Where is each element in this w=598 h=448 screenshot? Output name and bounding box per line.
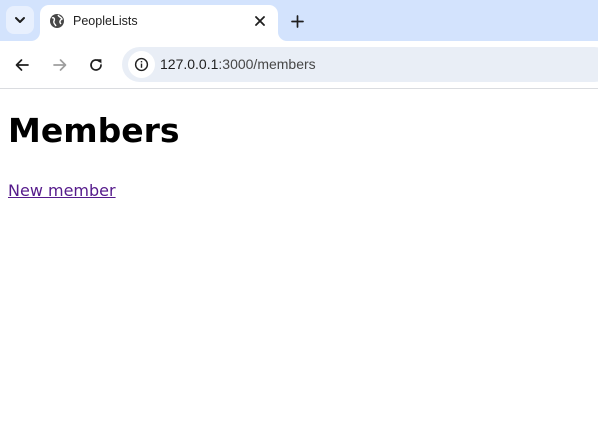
url-path: :3000/members — [218, 56, 316, 72]
browser-toolbar: 127.0.0.1:3000/members — [0, 41, 598, 89]
tab-title: PeopleLists — [73, 14, 138, 28]
globe-icon — [50, 14, 64, 28]
chevron-down-icon — [15, 17, 25, 23]
reload-icon — [90, 59, 102, 71]
page-content: Members New member — [0, 89, 598, 448]
tab-strip: PeopleLists — [0, 0, 598, 41]
info-icon — [134, 57, 149, 72]
plus-icon — [290, 14, 304, 28]
new-member-link[interactable]: New member — [8, 181, 116, 201]
forward-button[interactable] — [46, 51, 74, 79]
arrow-left-icon — [15, 59, 29, 71]
close-icon — [255, 16, 265, 26]
url-host: 127.0.0.1 — [160, 56, 219, 72]
tab-active[interactable]: PeopleLists — [40, 5, 278, 41]
tab-search-button[interactable] — [6, 6, 34, 34]
address-bar[interactable]: 127.0.0.1:3000/members — [122, 47, 598, 82]
new-tab-button[interactable] — [284, 8, 310, 34]
reload-button[interactable] — [82, 51, 110, 79]
url-text[interactable]: 127.0.0.1:3000/members — [160, 56, 316, 73]
tab-close-button[interactable] — [250, 11, 270, 31]
page-title: Members — [8, 111, 180, 150]
back-button[interactable] — [8, 51, 36, 79]
arrow-right-icon — [53, 59, 67, 71]
site-info-button[interactable] — [128, 51, 155, 78]
